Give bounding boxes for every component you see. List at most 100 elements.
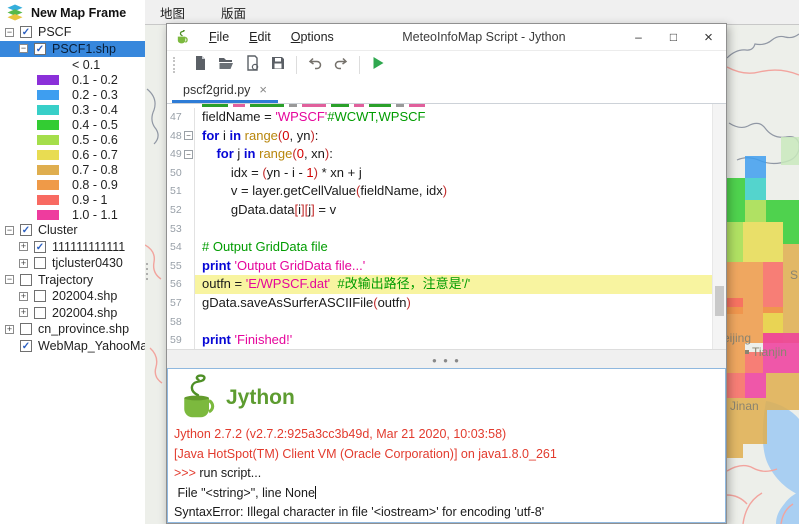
map-frame-header[interactable]: New Map Frame <box>0 0 145 24</box>
save-as-button[interactable] <box>239 53 265 77</box>
menu-options[interactable]: Options <box>284 28 341 46</box>
window-titlebar[interactable]: FileEditOptions MeteoInfoMap Script - Jy… <box>167 24 726 51</box>
legend-item-0-3-0-4[interactable]: 0.3 - 0.4 <box>0 102 145 117</box>
layer-checkbox[interactable]: ✓ <box>34 43 46 55</box>
layer-label: WebMap_YahooMap <box>38 339 145 353</box>
pscf-cell <box>727 200 745 222</box>
fold-icon[interactable]: − <box>184 150 193 159</box>
open-file-icon <box>218 55 234 74</box>
tree-node-cluster[interactable]: −✓ Cluster <box>0 222 145 239</box>
menu-file[interactable]: File <box>202 28 236 46</box>
panel-splitter[interactable] <box>146 263 148 280</box>
layer-checkbox[interactable]: ✓ <box>20 340 32 352</box>
legend-item-0-8-0-9[interactable]: 0.8 - 0.9 <box>0 177 145 192</box>
layer-label: PSCF1.shp <box>52 42 116 56</box>
pscf-cell <box>767 398 799 410</box>
tree-node-111111111111[interactable]: + ✓ 111111111111 <box>0 239 145 256</box>
close-button[interactable]: × <box>691 24 726 50</box>
legend-label: 1.0 - 1.1 <box>72 208 118 222</box>
app-menubar: 地图 版面 <box>145 0 799 25</box>
legend-item-1-0-1-1[interactable]: 1.0 - 1.1 <box>0 207 145 222</box>
layer-label: 202004.shp <box>52 306 117 320</box>
undo-button[interactable] <box>302 53 328 77</box>
layer-checkbox[interactable] <box>34 307 46 319</box>
expand-icon[interactable]: + <box>5 325 14 334</box>
run-script-button[interactable] <box>365 53 391 77</box>
editor-tabbar: pscf2grid.py × <box>167 78 726 104</box>
code-line-48: 48−for i in range(0, yn): <box>167 127 713 146</box>
expand-icon[interactable]: + <box>19 308 28 317</box>
code-text: for j in range(0, xn): <box>195 145 713 164</box>
legend-item-0-9-1[interactable]: 0.9 - 1 <box>0 192 145 207</box>
layer-label: tjcluster0430 <box>52 256 123 270</box>
tree-node-webmap-yahoomap[interactable]: ✓ WebMap_YahooMap <box>0 338 145 355</box>
save-as-icon <box>244 55 260 74</box>
jython-console[interactable]: Jython Jython 2.7.2 (v2.7.2:925a3cc3b49d… <box>167 368 726 523</box>
pscf-cell <box>727 222 743 262</box>
open-file-button[interactable] <box>213 53 239 77</box>
legend-item-0-6-0-7[interactable]: 0.6 - 0.7 <box>0 147 145 162</box>
fold-icon[interactable]: − <box>184 131 193 140</box>
tree-node-pscf[interactable]: −✓PSCF <box>0 24 145 41</box>
expand-icon[interactable]: + <box>19 259 28 268</box>
legend-item-0-4-0-5[interactable]: 0.4 - 0.5 <box>0 117 145 132</box>
code-editor[interactable]: 47fieldName = 'WPSCF'#WCWT,WPSCF48−for i… <box>167 104 726 349</box>
redo-button[interactable] <box>328 53 354 77</box>
editor-console-splitter[interactable]: ● ● ● <box>167 349 726 368</box>
collapse-icon[interactable]: − <box>5 226 14 235</box>
collapse-icon[interactable]: − <box>5 28 14 37</box>
tab-close-icon[interactable]: × <box>259 85 267 95</box>
tab-pscf2grid[interactable]: pscf2grid.py × <box>172 79 278 103</box>
console-line: SyntaxError: Illegal character in file '… <box>168 503 725 523</box>
layer-checkbox[interactable] <box>20 274 32 286</box>
tree-node-202004-shp[interactable]: +202004.shp <box>0 305 145 322</box>
editor-scrollbar[interactable] <box>712 104 726 349</box>
toolbar-grip[interactable] <box>173 57 178 73</box>
layer-checkbox[interactable] <box>34 257 46 269</box>
pscf-cell <box>766 200 799 222</box>
tree-node-202004-shp[interactable]: +202004.shp <box>0 288 145 305</box>
menu-edit[interactable]: Edit <box>242 28 278 46</box>
new-file-icon <box>192 55 208 74</box>
scrollbar-thumb[interactable] <box>715 286 724 316</box>
tree-node-pscf1-shp[interactable]: −✓ PSCF1.shp <box>0 41 145 58</box>
tree-node-cn-province-shp[interactable]: +cn_province.shp <box>0 321 145 338</box>
layer-checkbox[interactable]: ✓ <box>20 26 32 38</box>
layer-label: 111111111111 <box>52 240 125 254</box>
legend-swatch <box>37 150 59 160</box>
pscf-cell <box>727 373 745 398</box>
layer-checkbox[interactable]: ✓ <box>20 224 32 236</box>
layer-checkbox[interactable]: ✓ <box>34 241 46 253</box>
highlighted-code: outfn = 'E/WPSCF.dat' #改输出路径，注意是'/' <box>195 275 713 294</box>
legend-item-0-1[interactable]: < 0.1 <box>0 57 145 72</box>
script-toolbar <box>167 51 726 78</box>
code-line-50: 50 idx = (yn - i - 1) * xn + j <box>167 164 713 183</box>
gutter-cell: 49− <box>167 145 195 164</box>
collapse-icon[interactable]: − <box>19 44 28 53</box>
legend-item-0-5-0-6[interactable]: 0.5 - 0.6 <box>0 132 145 147</box>
legend-item-0-7-0-8[interactable]: 0.7 - 0.8 <box>0 162 145 177</box>
menu-map-tab[interactable]: 地图 <box>157 1 188 24</box>
minimize-button[interactable]: – <box>621 24 656 50</box>
maximize-button[interactable]: □ <box>656 24 691 50</box>
save-button[interactable] <box>265 53 291 77</box>
pscf-cell <box>783 222 799 244</box>
tree-node-trajectory[interactable]: −Trajectory <box>0 272 145 289</box>
expand-icon[interactable]: + <box>19 292 28 301</box>
layer-label: Cluster <box>38 223 78 237</box>
tree-node-tjcluster0430[interactable]: + tjcluster0430 <box>0 255 145 272</box>
code-text: # Output GridData file <box>195 238 713 257</box>
menu-layout-tab[interactable]: 版面 <box>218 1 249 24</box>
new-file-button[interactable] <box>187 53 213 77</box>
legend-swatch <box>37 120 59 130</box>
layer-checkbox[interactable] <box>34 290 46 302</box>
legend-item-0-1-0-2[interactable]: 0.1 - 0.2 <box>0 72 145 87</box>
gutter-cell: 50 <box>167 164 195 183</box>
layer-checkbox[interactable] <box>20 323 32 335</box>
gutter-cell: 48− <box>167 127 195 146</box>
pscf-cell <box>763 262 783 313</box>
expand-icon[interactable]: + <box>19 242 28 251</box>
legend-item-0-2-0-3[interactable]: 0.2 - 0.3 <box>0 87 145 102</box>
legend-label: 0.3 - 0.4 <box>72 103 118 117</box>
collapse-icon[interactable]: − <box>5 275 14 284</box>
